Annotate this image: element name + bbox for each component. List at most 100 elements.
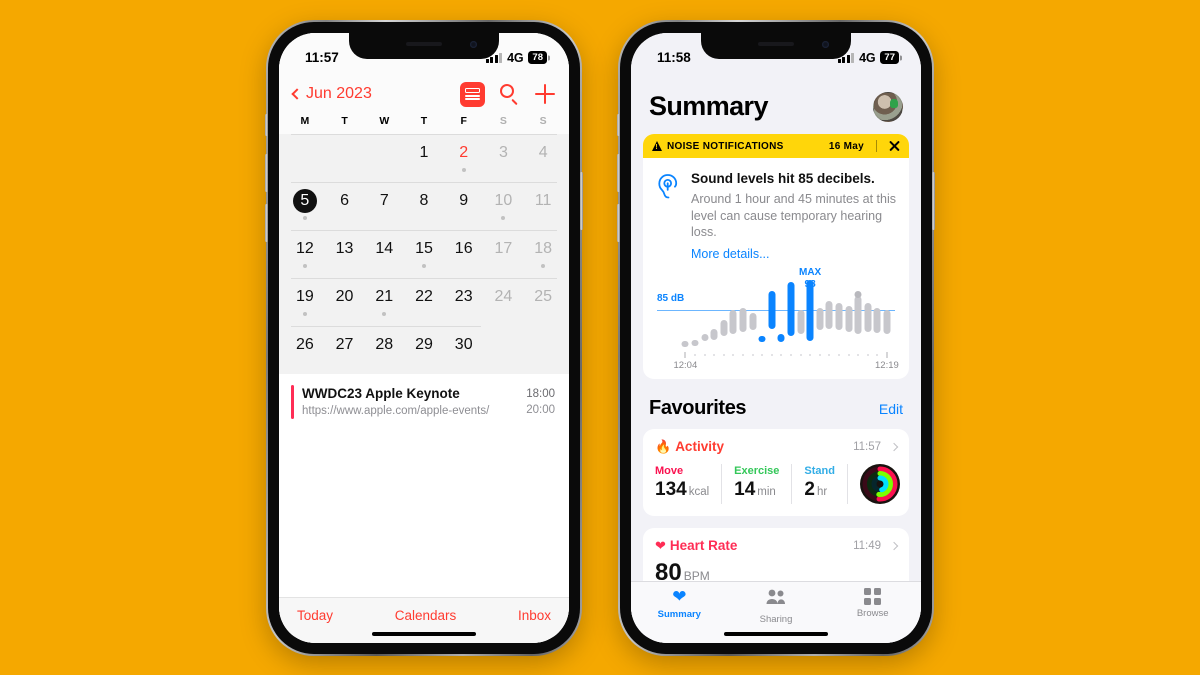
calendar-day-5[interactable]: 5 (285, 189, 325, 220)
calendar-day-25[interactable]: 25 (523, 285, 563, 316)
event-dot (501, 312, 505, 316)
calendar-day-9[interactable]: 9 (444, 189, 484, 220)
stand-value: 2 hr (804, 478, 828, 500)
day-number: 19 (295, 288, 314, 305)
calendar-day-17[interactable]: 17 (484, 237, 524, 268)
home-indicator[interactable] (724, 631, 828, 636)
home-indicator[interactable] (372, 631, 476, 636)
day-number: 13 (335, 240, 354, 257)
calendar-day-7[interactable]: 7 (364, 189, 404, 220)
calendar-day-21[interactable]: 21 (364, 285, 404, 316)
event-color-bar (291, 385, 294, 419)
day-number (372, 141, 396, 165)
activity-card[interactable]: 🔥 Activity 11:57 Move 134 kcal Exercise … (643, 428, 909, 516)
search-icon[interactable] (500, 84, 520, 106)
axis-tick (800, 353, 802, 356)
noise-bar (806, 279, 814, 342)
calendar-day-8[interactable]: 8 (404, 189, 444, 220)
calendar-day-27[interactable]: 27 (325, 333, 365, 364)
bpm-unit: BPM (683, 568, 710, 582)
calendar-day-14[interactable]: 14 (364, 237, 404, 268)
health-screen: 11:58 4G 77 Summary ! NOISE NOTIFICATION… (631, 33, 921, 643)
inbox-button[interactable]: Inbox (518, 608, 551, 623)
move-label: Move (655, 464, 684, 477)
calendar-day-11[interactable]: 11 (523, 189, 563, 220)
calendar-day-16[interactable]: 16 (444, 237, 484, 268)
calendar-day-12[interactable]: 12 (285, 237, 325, 268)
noise-marker-dot (854, 290, 862, 298)
calendar-day-3[interactable]: 3 (484, 141, 524, 172)
calendar-day-6[interactable]: 6 (325, 189, 365, 220)
event-dot (382, 168, 386, 172)
event-dot (541, 360, 545, 364)
calendar-day-28[interactable]: 28 (364, 333, 404, 364)
power-button[interactable] (580, 172, 583, 230)
close-icon[interactable] (889, 141, 900, 152)
calendar-day-26[interactable]: 26 (285, 333, 325, 364)
power-button[interactable] (932, 172, 935, 230)
noise-bar (845, 305, 852, 332)
volume-up-button[interactable] (617, 154, 620, 192)
noise-header-label: NOISE NOTIFICATIONS (667, 140, 784, 152)
summary-scroll[interactable]: Summary NOISE NOTIFICATIONS 16 May (631, 33, 921, 581)
calendar-day-20[interactable]: 20 (325, 285, 365, 316)
noise-bar (777, 333, 785, 343)
avatar[interactable] (873, 91, 903, 122)
calendar-day-19[interactable]: 19 (285, 285, 325, 316)
event-subtitle: https://www.apple.com/apple-events/ (302, 405, 490, 417)
calendar-day-15[interactable]: 15 (404, 237, 444, 268)
more-details-link[interactable]: More details... (691, 247, 770, 261)
day-number: 11 (534, 192, 552, 209)
day-number (293, 141, 317, 165)
calendar-day-13[interactable]: 13 (325, 237, 365, 268)
day-number: 10 (494, 192, 513, 209)
noise-bar (864, 303, 872, 332)
list-view-icon[interactable] (460, 81, 485, 107)
calendars-button[interactable]: Calendars (395, 608, 457, 623)
event-dot (462, 264, 466, 268)
day-number: 12 (295, 240, 314, 257)
calendar-tabbar: Today Calendars Inbox (279, 597, 569, 643)
calendar-day-22[interactable]: 22 (404, 285, 444, 316)
volume-down-button[interactable] (617, 204, 620, 242)
noise-bar (873, 307, 881, 333)
calendar-day-18[interactable]: 18 (523, 237, 563, 268)
calendar-day-empty (325, 141, 365, 172)
calendar-day-24[interactable]: 24 (484, 285, 524, 316)
event-end-time: 20:00 (526, 404, 555, 416)
back-to-year-button[interactable]: Jun 2023 (291, 85, 372, 103)
chevron-right-icon[interactable] (889, 442, 899, 451)
noise-bar (691, 339, 699, 346)
heart-rate-card[interactable]: ❤ Heart Rate 11:49 80 BPM (643, 527, 909, 582)
noise-card-header: NOISE NOTIFICATIONS 16 May (643, 134, 909, 158)
volume-down-button[interactable] (265, 204, 268, 242)
calendar-day-29[interactable]: 29 (404, 333, 444, 364)
tab-browse[interactable]: Browse (824, 588, 921, 625)
silent-switch[interactable] (265, 114, 268, 136)
calendar-day-1[interactable]: 1 (404, 141, 444, 172)
chevron-right-icon[interactable] (889, 541, 899, 550)
plus-icon[interactable] (535, 84, 555, 104)
ear-noise-icon (655, 170, 681, 263)
edit-favourites-button[interactable]: Edit (879, 401, 903, 417)
calendar-day-30[interactable]: 30 (444, 333, 484, 364)
tab-summary[interactable]: ❤ Summary (631, 588, 728, 625)
day-number: 4 (538, 144, 548, 161)
stand-unit: hr (817, 485, 828, 498)
event-item[interactable]: WWDC23 Apple Keynote https://www.apple.co… (279, 374, 569, 430)
silent-switch[interactable] (617, 114, 620, 136)
noise-notification-card[interactable]: NOISE NOTIFICATIONS 16 May (643, 134, 909, 379)
calendar-day-2[interactable]: 2 (444, 141, 484, 172)
day-number: 28 (375, 336, 394, 353)
status-indicators: 4G 78 (485, 51, 547, 65)
tab-sharing[interactable]: Sharing (728, 588, 825, 625)
volume-up-button[interactable] (265, 154, 268, 192)
noise-bar (720, 319, 728, 337)
calendar-day-10[interactable]: 10 (484, 189, 524, 220)
today-button[interactable]: Today (297, 608, 333, 623)
calendar-day-4[interactable]: 4 (523, 141, 563, 172)
axis-tick (857, 353, 859, 356)
calendar-day-23[interactable]: 23 (444, 285, 484, 316)
front-camera-icon (822, 41, 829, 48)
event-dot (382, 216, 386, 220)
